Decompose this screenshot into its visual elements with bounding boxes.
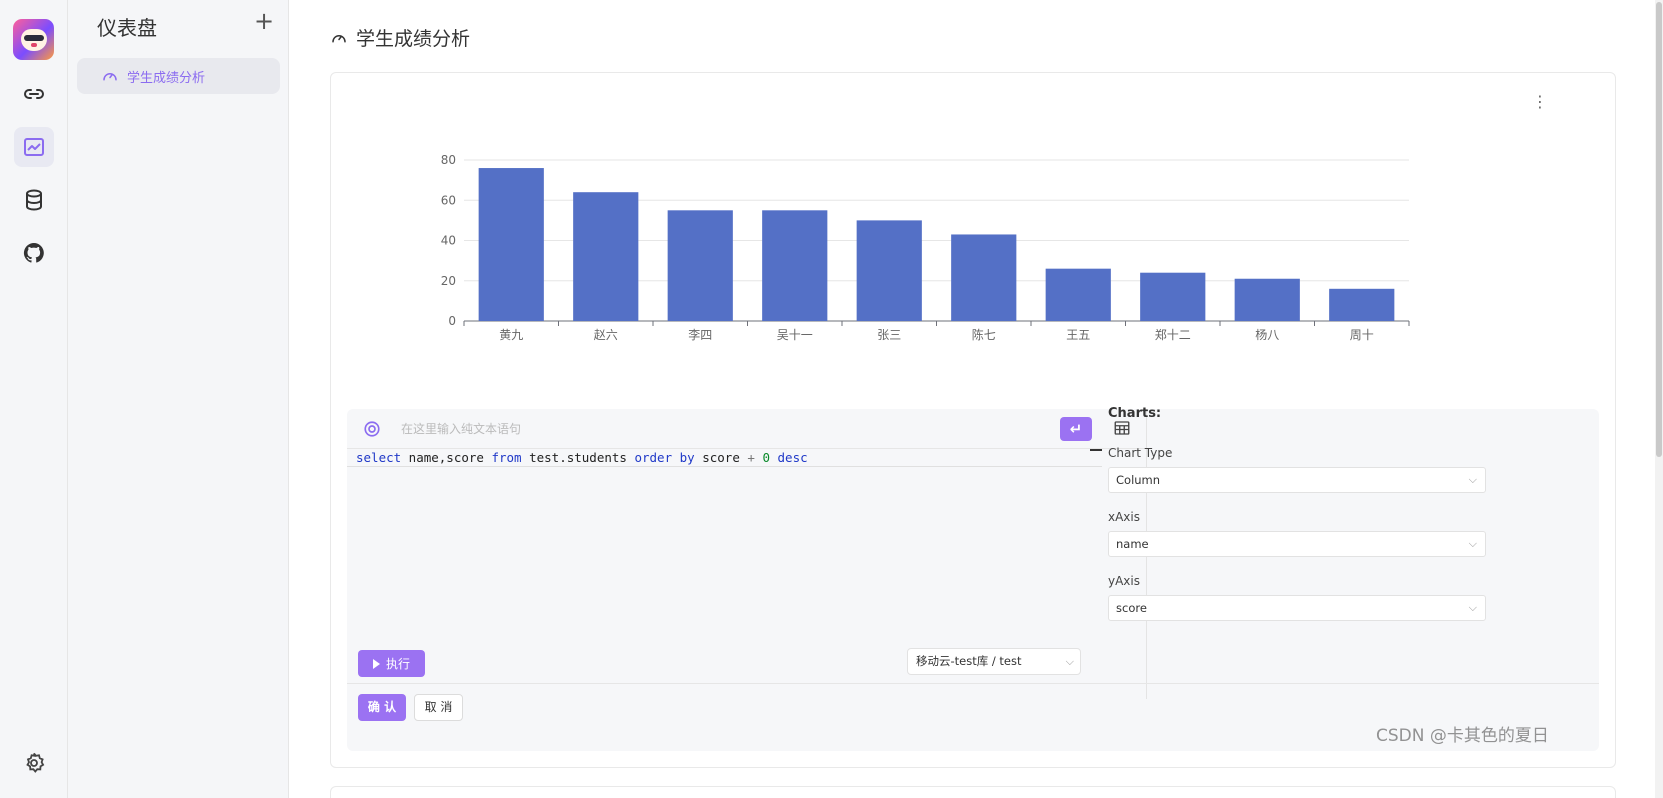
x-tick-label: 张三 (877, 328, 901, 342)
y-tick-label: 20 (441, 274, 456, 288)
bar (667, 210, 733, 321)
charts-heading: Charts: (1108, 406, 1162, 421)
natural-language-row: ↵ (347, 409, 1147, 449)
x-tick-label: 郑十二 (1155, 327, 1191, 342)
cancel-button[interactable]: 取 消 (414, 694, 463, 721)
bar (951, 234, 1017, 321)
chart-icon (24, 138, 44, 156)
x-tick-label: 陈七 (972, 327, 996, 342)
natural-language-input[interactable] (401, 417, 1001, 441)
table-icon[interactable] (1113, 419, 1131, 437)
sql-keyword: select (356, 450, 402, 465)
yaxis-label: yAxis (1108, 574, 1140, 588)
gear-icon[interactable] (22, 751, 46, 775)
query-editor-panel: ↵ select name,score from test.students o… (347, 409, 1599, 751)
page-title: 学生成绩分析 (330, 24, 470, 51)
bar (1329, 288, 1395, 321)
chart-type-label: Chart Type (1108, 446, 1173, 460)
x-tick-label: 赵六 (594, 328, 618, 342)
query-editor: ↵ select name,score from test.students o… (347, 409, 1147, 699)
xaxis-select[interactable]: name ⌵ (1108, 531, 1486, 557)
chart-type-select[interactable]: Column ⌵ (1108, 467, 1486, 493)
x-tick-label: 王五 (1066, 328, 1090, 342)
x-tick-label: 李四 (688, 327, 712, 342)
chevron-down-icon: ⌵ (1468, 537, 1477, 550)
confirm-button[interactable]: 确 认 (358, 694, 406, 721)
yaxis-value: score (1116, 601, 1147, 615)
x-tick-label: 周十 (1350, 328, 1374, 342)
sidebar-title: 仪表盘 (97, 16, 157, 40)
x-tick-label: 杨八 (1255, 327, 1279, 342)
chevron-down-icon: ⌵ (1468, 601, 1477, 614)
bar (573, 192, 639, 321)
database-icon (26, 189, 42, 211)
execute-button[interactable]: 执行 (358, 650, 425, 677)
sql-columns: name,score (401, 450, 492, 465)
sql-keyword: by (679, 450, 695, 465)
panda-logo-face (20, 28, 47, 51)
dashboard-icon (103, 73, 117, 81)
sidebar-item-label: 学生成绩分析 (127, 70, 206, 86)
dashboard-sidebar: 仪表盘 + 学生成绩分析 (68, 0, 289, 798)
chart-card: ⋮ 020406080黄九赵六李四吴十一张三陈七王五郑十二杨八周十 ↵ sele… (330, 72, 1616, 768)
github-icon (23, 242, 44, 263)
sql-keyword: order (634, 450, 673, 465)
sidebar-item-student-scores[interactable]: 学生成绩分析 (77, 58, 280, 94)
enter-icon: ↵ (1069, 420, 1083, 438)
rail-database-button[interactable] (14, 180, 54, 220)
bar (1045, 268, 1111, 321)
sql-code-area[interactable]: select name,score from test.students ord… (347, 449, 1147, 645)
sql-keyword: from (491, 450, 522, 465)
chart-type-value: Column (1116, 473, 1161, 487)
bar (1140, 272, 1206, 321)
xaxis-value: name (1116, 537, 1149, 551)
app-root: 仪表盘 + 学生成绩分析 学生成绩分析 ⋮ 0 20 40 60 80 黄九 赵六 李四 吴十一… (0, 0, 1663, 798)
x-tick-label: 吴十一 (777, 328, 813, 342)
xaxis-label: xAxis (1108, 510, 1140, 524)
y-tick-label: 80 (441, 153, 456, 167)
sql-line-1[interactable]: select name,score from test.students ord… (347, 449, 1102, 467)
bar (762, 210, 828, 321)
datasource-select[interactable]: 移动云-test库 / test ⌵ (907, 648, 1081, 675)
editor-scrollbar[interactable] (1090, 449, 1102, 451)
sql-field: score (694, 450, 748, 465)
x-tick-label: 黄九 (499, 328, 523, 342)
sql-number: 0 (762, 450, 770, 465)
bar (1234, 278, 1300, 321)
add-dashboard-button[interactable]: + (252, 9, 276, 34)
play-icon (372, 658, 380, 669)
rail-github-button[interactable] (14, 233, 54, 273)
rail-chart-button[interactable] (14, 127, 54, 167)
bar-chart: 0 20 40 60 80 黄九 赵六 李四 吴十一 张三 陈七 王五 郑十二 杨八 周十 (441, 153, 1410, 342)
watermark: CSDN @卡其色的夏日 (1376, 726, 1549, 746)
chevron-down-icon: ⌵ (1065, 655, 1074, 668)
link-icon (24, 89, 44, 99)
app-logo[interactable] (13, 19, 54, 60)
sql-table: test.students (521, 450, 635, 465)
sql-operator: + (747, 450, 755, 465)
dashboard-icon (332, 34, 346, 42)
yaxis-select[interactable]: score ⌵ (1108, 595, 1486, 621)
execute-label: 执行 (385, 657, 410, 671)
page-title-text: 学生成绩分析 (356, 28, 471, 50)
page-scrollbar[interactable] (1655, 0, 1663, 798)
y-tick-label: 40 (441, 234, 456, 248)
submit-nl-button[interactable]: ↵ (1060, 417, 1092, 441)
chevron-down-icon: ⌵ (1468, 473, 1477, 486)
main-content: 学生成绩分析 ⋮ 0 20 40 60 80 黄九 赵六 李四 吴十一 张三 陈七 王五 郑十二 杨八 周十… (290, 0, 1663, 798)
bar (478, 168, 544, 321)
page-scrollbar-thumb[interactable] (1656, 2, 1662, 457)
y-tick-label: 60 (441, 193, 456, 207)
second-card (330, 786, 1616, 798)
y-tick-label: 0 (448, 314, 456, 328)
ai-assistant-icon[interactable] (363, 420, 381, 438)
rail-link-button[interactable] (14, 74, 54, 114)
icon-rail (0, 0, 68, 798)
sql-keyword: desc (777, 450, 808, 465)
bar (856, 220, 922, 321)
datasource-value: 移动云-test库 / test (916, 654, 1022, 668)
